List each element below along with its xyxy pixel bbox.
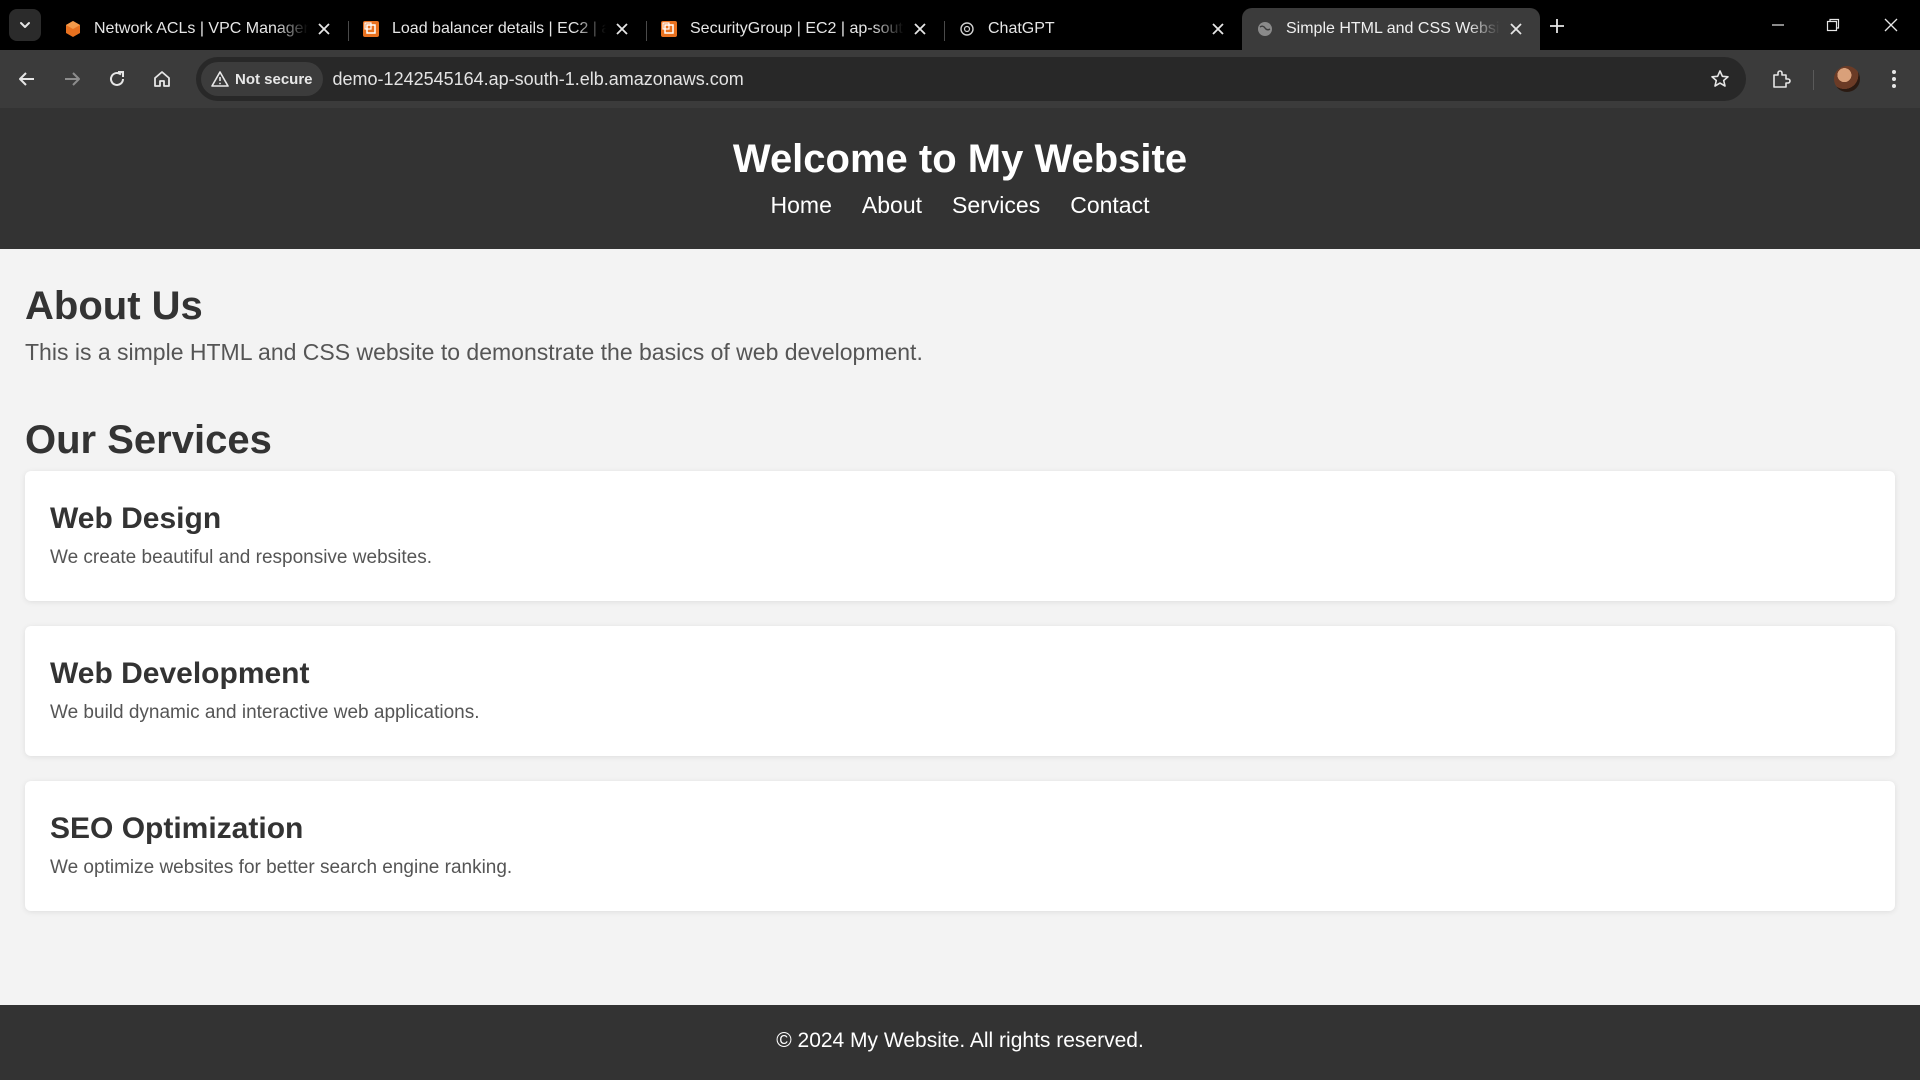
nav-link-contact[interactable]: Contact [1070,190,1149,220]
close-window-button[interactable] [1876,10,1906,40]
site-footer: © 2024 My Website. All rights reserved. [0,1005,1920,1080]
avatar[interactable] [1834,66,1860,92]
nav-link-about[interactable]: About [862,190,922,220]
menu-button[interactable] [1878,63,1910,95]
security-chip[interactable]: Not secure [201,62,323,96]
address-bar[interactable]: Not secure demo-1242545164.ap-south-1.el… [196,57,1746,101]
service-card: Web Design We create beautiful and respo… [25,471,1895,601]
nav-link-services[interactable]: Services [952,190,1040,220]
chevron-down-icon [20,22,30,28]
tab-title: SecurityGroup | EC2 | ap-south-1 [690,20,904,37]
close-icon[interactable] [1506,19,1526,39]
tab-title: Load balancer details | EC2 | ap-south-1 [392,20,606,37]
tab-strip: Network ACLs | VPC Management Console Lo… [0,0,1920,50]
minimize-button[interactable] [1763,10,1793,40]
service-card: SEO Optimization We optimize websites fo… [25,781,1895,911]
services-heading: Our Services [25,418,272,462]
puzzle-icon [1773,70,1791,88]
toolbar-divider [1813,70,1814,90]
service-title: Web Development [50,657,310,690]
extensions-button[interactable] [1765,63,1797,95]
main-content: About Us This is a simple HTML and CSS w… [0,283,1920,911]
restore-icon [1826,18,1840,32]
forward-button[interactable] [56,63,88,95]
tab-chatgpt[interactable]: ChatGPT [944,8,1242,50]
tab-title: Simple HTML and CSS Website [1286,20,1500,37]
close-icon[interactable] [314,19,334,39]
home-button[interactable] [146,63,178,95]
new-tab-button[interactable] [1545,14,1569,38]
site-nav: Home About Services Contact [0,190,1920,220]
service-description: We optimize websites for better search e… [50,857,513,878]
service-card: Web Development We build dynamic and int… [25,626,1895,756]
about-section: About Us This is a simple HTML and CSS w… [25,283,1895,367]
close-icon[interactable] [612,19,632,39]
arrow-right-icon [65,72,80,86]
aws-vpc-icon [64,20,82,38]
tab-network-acls[interactable]: Network ACLs | VPC Management Console [50,8,348,50]
reload-button[interactable] [101,63,133,95]
nav-link-home[interactable]: Home [771,190,832,220]
security-label: Not secure [235,70,313,88]
back-button[interactable] [11,63,43,95]
tab-load-balancer[interactable]: Load balancer details | EC2 | ap-south-1 [348,8,646,50]
tab-search-button[interactable] [9,9,41,41]
url-text[interactable]: demo-1242545164.ap-south-1.elb.amazonaws… [333,69,744,90]
service-title: Web Design [50,502,222,535]
tab-title: Network ACLs | VPC Management Console [94,20,308,37]
aws-ec2-icon [660,20,678,38]
site-title: Welcome to My Website [732,137,1188,181]
service-cards: Web Design We create beautiful and respo… [25,471,1895,911]
reload-icon [110,71,124,86]
close-icon[interactable] [910,19,930,39]
footer-text: © 2024 My Website. All rights reserved. [776,1029,1144,1052]
tab-security-group[interactable]: SecurityGroup | EC2 | ap-south-1 [646,8,944,50]
services-section: Our Services Web Design We create beauti… [25,417,1895,911]
tabs: Network ACLs | VPC Management Console Lo… [50,8,1540,50]
service-description: We create beautiful and responsive websi… [50,547,432,568]
restore-button[interactable] [1818,10,1848,40]
tab-title: ChatGPT [988,20,1055,37]
about-text: This is a simple HTML and CSS website to… [25,339,923,365]
close-icon[interactable] [1208,19,1228,39]
warning-icon [211,71,229,87]
service-title: SEO Optimization [50,812,304,845]
chatgpt-icon [958,20,976,38]
globe-icon [1256,20,1274,38]
about-heading: About Us [25,284,203,328]
more-vertical-icon [1892,70,1896,88]
aws-ec2-icon [362,20,380,38]
plus-icon [1550,19,1564,33]
arrow-left-icon [19,72,34,86]
close-icon [1884,18,1898,32]
web-page: Welcome to My Website Home About Service… [0,108,1920,1080]
site-header: Welcome to My Website Home About Service… [0,108,1920,249]
minimize-icon [1772,24,1784,26]
browser-toolbar: Not secure demo-1242545164.ap-south-1.el… [0,50,1920,108]
home-icon [154,71,170,87]
star-icon [1711,70,1729,87]
bookmark-button[interactable] [1708,67,1732,91]
service-description: We build dynamic and interactive web app… [50,702,480,723]
tab-simple-website[interactable]: Simple HTML and CSS Website [1242,8,1540,50]
